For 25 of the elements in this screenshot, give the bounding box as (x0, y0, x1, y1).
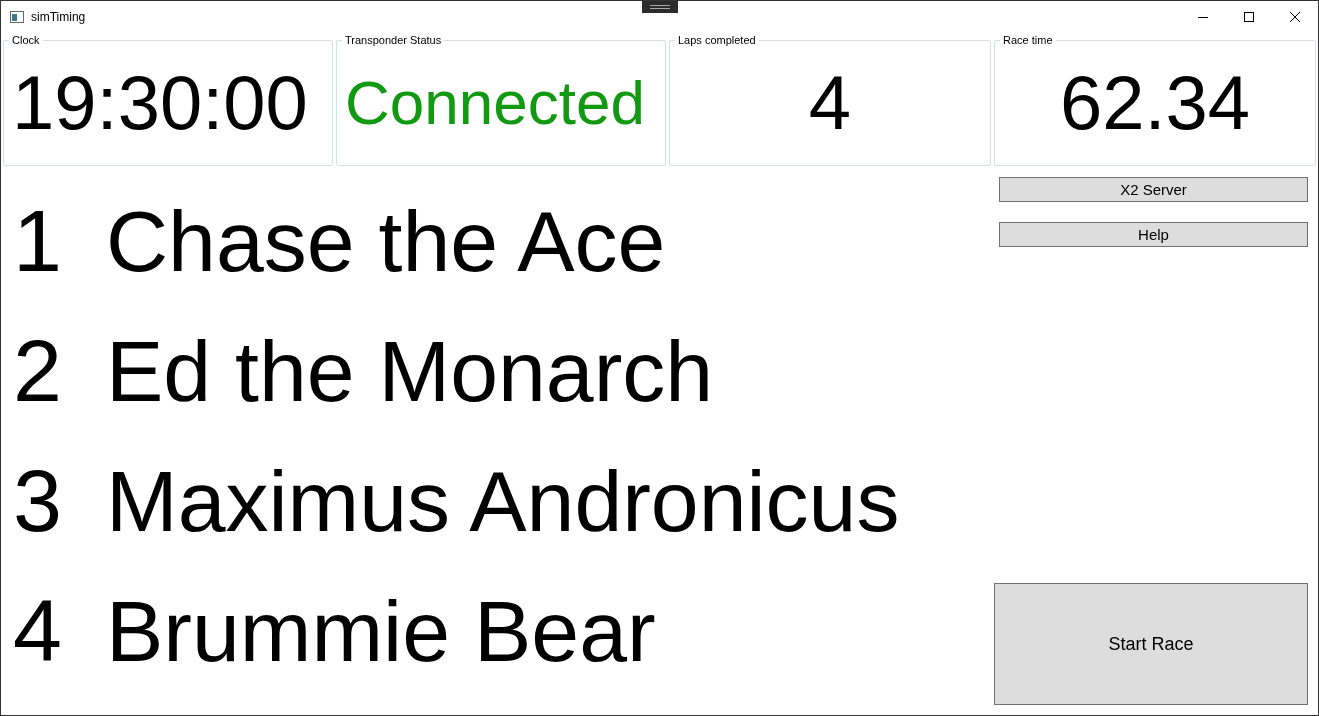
driver-name: Ed the Monarch (106, 328, 714, 414)
status-value: Connected (345, 72, 645, 134)
driver-name: Brummie Bear (106, 588, 656, 674)
panel-value: 62.34 (1059, 65, 1251, 141)
panel-value: 4 (808, 65, 852, 141)
app-icon (10, 11, 24, 23)
position-number: 4 (12, 587, 63, 675)
position-number: 3 (12, 457, 63, 545)
group-label: Transponder Status (342, 33, 445, 47)
maximize-icon (1244, 12, 1254, 22)
action-button[interactable]: Help (999, 222, 1308, 247)
panel-value: 19:30:00 (12, 65, 308, 141)
group-label: Clock (9, 33, 43, 47)
start-race-button[interactable]: Start Race (994, 583, 1308, 705)
position-number: 1 (12, 197, 63, 285)
window-title: simTiming (31, 9, 86, 26)
driver-name: Chase the Ace (106, 198, 666, 284)
driver-name: Maximus Andronicus (106, 458, 900, 544)
close-icon (1290, 12, 1300, 22)
position-number: 2 (12, 327, 63, 415)
group-label: Race time (1000, 33, 1056, 47)
drag-handle[interactable] (642, 1, 678, 13)
group-label: Laps completed (675, 33, 759, 47)
minimize-icon (1198, 16, 1208, 18)
action-button[interactable]: X2 Server (999, 177, 1308, 202)
